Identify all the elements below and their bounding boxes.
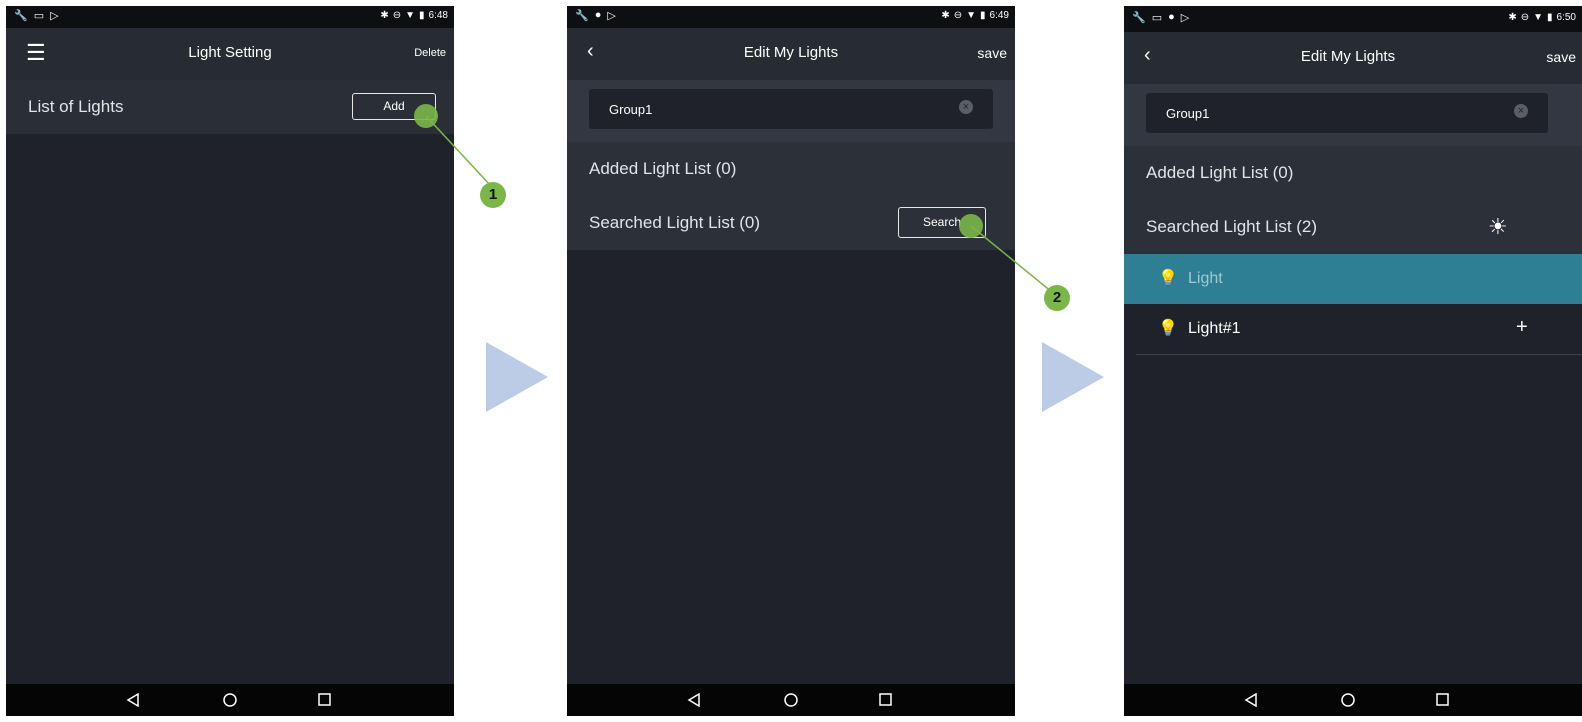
step-arrow-icon [486,342,548,412]
step-arrow-icon [1042,342,1104,412]
step-marker-1: 1 [480,182,506,208]
step-marker-2: 2 [1044,285,1070,311]
callout-lines [414,104,1053,293]
